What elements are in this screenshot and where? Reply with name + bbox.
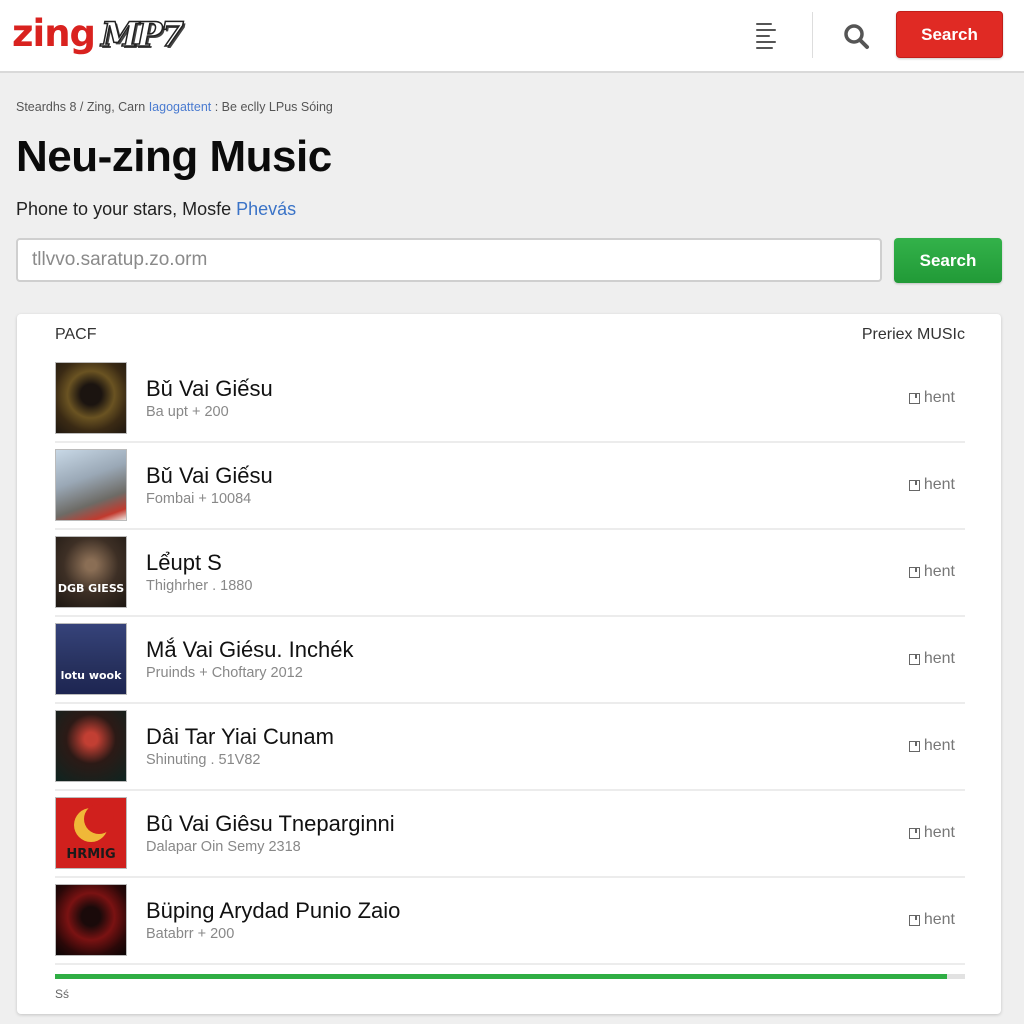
page-title: Neu-zing Music — [16, 132, 332, 181]
song-action-label: hent — [923, 650, 955, 667]
song-row[interactable]: Büping Arydad Punio Zaio Batabrr + 200 h… — [55, 878, 965, 965]
album-cover[interactable]: HRMIG — [55, 797, 127, 869]
song-title[interactable]: Bû Vai Giêsu Tneparginni — [146, 811, 395, 837]
song-title[interactable]: Dâi Tar Yiai Cunam — [146, 724, 334, 750]
share-icon — [908, 392, 920, 404]
playback-progress-bar[interactable] — [55, 974, 965, 979]
song-action-label: hent — [923, 476, 955, 493]
share-icon — [908, 653, 920, 665]
progress-label: Sś — [55, 987, 70, 1001]
breadcrumb-prefix: Steardhs 8 / Zing, Carn — [16, 100, 149, 114]
album-cover[interactable]: DGB GIESS — [55, 536, 127, 608]
menu-icon[interactable] — [752, 20, 780, 52]
song-title[interactable]: Lểupt S — [146, 550, 222, 576]
list-header-right[interactable]: Preriex MUSIc — [862, 326, 965, 344]
song-action-label: hent — [923, 824, 955, 841]
song-action-label: hent — [923, 563, 955, 580]
song-action[interactable]: hent — [908, 389, 955, 407]
song-list: Bǔ Vai Giếsu Ba upt + 200 hent Bǔ Vai Gi… — [55, 356, 965, 965]
song-title[interactable]: Mắ Vai Giésu. Inchék — [146, 637, 353, 663]
song-action[interactable]: hent — [908, 650, 955, 668]
list-header-left: PACF — [55, 326, 97, 343]
song-title[interactable]: Bǔ Vai Giếsu — [146, 376, 273, 402]
album-cover[interactable] — [55, 449, 127, 521]
search-icon[interactable] — [842, 22, 870, 50]
top-navigation-bar: zing MP7 Search — [0, 0, 1024, 73]
song-subtitle: Thighrher . 1880 — [146, 578, 253, 594]
song-subtitle: Pruinds + Choftary 2012 — [146, 665, 303, 681]
progress-fill — [55, 974, 947, 979]
zing-mp3-logo[interactable]: zing MP7 — [12, 12, 185, 58]
song-subtitle: Ba upt + 200 — [146, 404, 229, 420]
song-title[interactable]: Büping Arydad Punio Zaio — [146, 898, 400, 924]
song-action[interactable]: hent — [908, 911, 955, 929]
song-action-label: hent — [923, 737, 955, 754]
search-button[interactable]: Search — [894, 238, 1002, 283]
breadcrumb-suffix: : Be eclly LPus Sóing — [211, 100, 333, 114]
page-subtitle: Phone to your stars, Mosfe Phevás — [16, 199, 296, 220]
search-input[interactable] — [16, 238, 882, 282]
song-row[interactable]: DGB GIESS Lểupt S Thighrher . 1880 hent — [55, 530, 965, 617]
album-cover[interactable]: lotu wook — [55, 623, 127, 695]
cover-text: lotu wook — [60, 669, 122, 682]
subtitle-text: Phone to your stars, Mosfe — [16, 199, 237, 219]
song-subtitle: Batabrr + 200 — [146, 926, 235, 942]
logo-brand-text: zing — [12, 12, 96, 55]
song-row[interactable]: lotu wook Mắ Vai Giésu. Inchék Pruinds +… — [55, 617, 965, 704]
song-row[interactable]: Bǔ Vai Giếsu Ba upt + 200 hent — [55, 356, 965, 443]
moon-graphic — [74, 804, 114, 842]
share-icon — [908, 827, 920, 839]
subtitle-link[interactable]: Phevás — [236, 199, 296, 219]
album-cover[interactable] — [55, 362, 127, 434]
song-title[interactable]: Bǔ Vai Giếsu — [146, 463, 273, 489]
header-search-button[interactable]: Search — [896, 11, 1003, 58]
song-row[interactable]: HRMIG Bû Vai Giêsu Tneparginni Dalapar O… — [55, 791, 965, 878]
share-icon — [908, 566, 920, 578]
header-divider — [812, 12, 813, 58]
share-icon — [908, 740, 920, 752]
album-cover[interactable] — [55, 710, 127, 782]
breadcrumb-link[interactable]: Iagogattent — [149, 100, 212, 114]
song-action[interactable]: hent — [908, 824, 955, 842]
logo-product-text: MP7 — [100, 14, 184, 56]
share-icon — [908, 914, 920, 926]
song-action-label: hent — [923, 389, 955, 406]
cover-text: HRMIG — [66, 847, 116, 862]
song-action[interactable]: hent — [908, 563, 955, 581]
cover-text: DGB GIESS — [57, 582, 125, 595]
song-row[interactable]: Dâi Tar Yiai Cunam Shinuting . 51V82 hen… — [55, 704, 965, 791]
song-subtitle: Shinuting . 51V82 — [146, 752, 261, 768]
breadcrumb: Steardhs 8 / Zing, Carn Iagogattent : Be… — [16, 100, 333, 114]
song-subtitle: Dalapar Oin Semy 2318 — [146, 839, 301, 855]
share-icon — [908, 479, 920, 491]
song-action-label: hent — [923, 911, 955, 928]
song-action[interactable]: hent — [908, 737, 955, 755]
song-action[interactable]: hent — [908, 476, 955, 494]
song-list-card: PACF Preriex MUSIc Bǔ Vai Giếsu Ba upt +… — [17, 314, 1001, 1014]
song-subtitle: Fombai + 10084 — [146, 491, 252, 507]
song-row[interactable]: Bǔ Vai Giếsu Fombai + 10084 hent — [55, 443, 965, 530]
album-cover[interactable] — [55, 884, 127, 956]
